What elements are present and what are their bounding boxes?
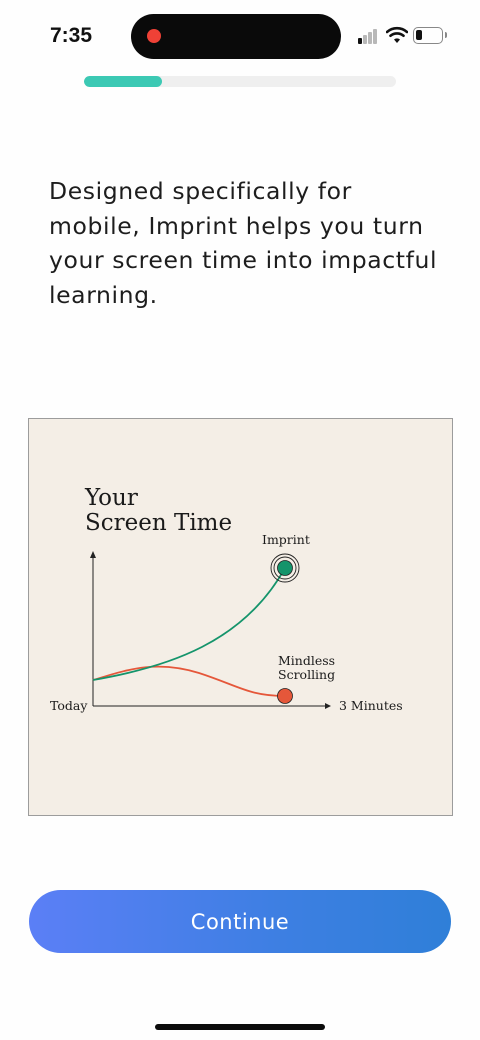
wifi-icon (386, 26, 408, 43)
y-axis-arrow (90, 551, 96, 558)
screen-record-indicator (147, 29, 161, 43)
signal-icon (358, 28, 380, 44)
scrolling-curve (92, 665, 286, 697)
scrolling-endpoint (277, 688, 293, 704)
onboarding-progress-bar (84, 76, 396, 87)
onboarding-screen: 7:35 Designed specifically for mobile, I… (0, 0, 480, 1040)
illustration-title-line1: Your (84, 485, 138, 511)
x-start-label: Today (50, 698, 88, 713)
x-axis-arrow (325, 703, 331, 709)
intro-text: Designed specifically for mobile, Imprin… (49, 177, 438, 309)
scrolling-label-line2: Scrolling (278, 667, 335, 682)
screen-time-illustration: Your Screen Time Today 3 Minutes Imprint… (28, 418, 453, 816)
battery-icon (413, 27, 447, 44)
battery-level (416, 30, 422, 40)
continue-button[interactable]: Continue (29, 890, 451, 953)
onboarding-progress-fill (84, 76, 162, 87)
imprint-endpoint (277, 560, 293, 576)
scrolling-label-line1: Mindless (278, 653, 335, 668)
x-end-label: 3 Minutes (339, 698, 403, 713)
status-time: 7:35 (50, 24, 93, 47)
illustration-title-line2: Screen Time (85, 510, 232, 536)
screen-time-graph: Your Screen Time Today 3 Minutes Imprint… (50, 485, 403, 713)
imprint-label: Imprint (262, 532, 310, 547)
home-indicator[interactable] (155, 1024, 325, 1030)
imprint-curve (92, 567, 286, 681)
dynamic-island (131, 14, 341, 59)
